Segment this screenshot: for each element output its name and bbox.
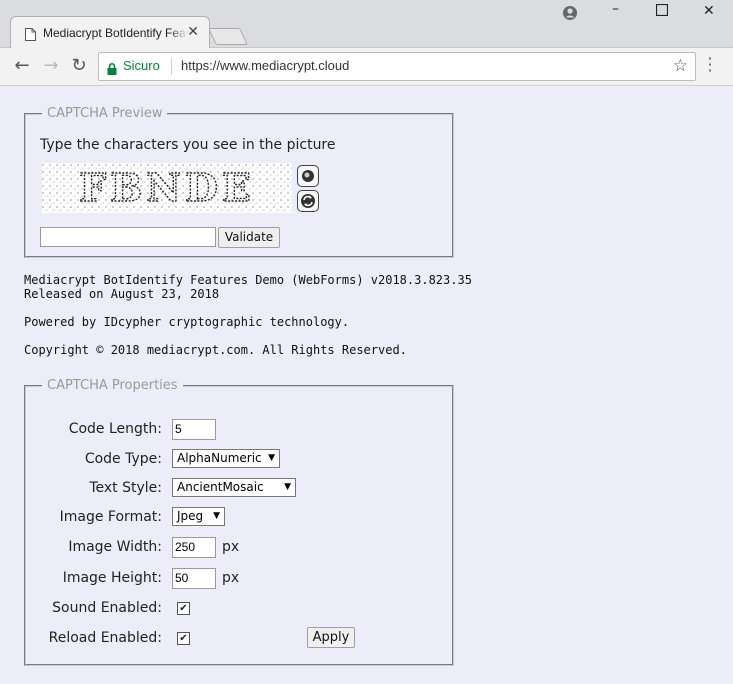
text-style-select[interactable]: AncientMosaic ▼ [172,478,296,497]
version-info: Mediacrypt BotIdentify Features Demo (We… [24,273,472,287]
image-width-input[interactable] [172,537,216,558]
reload-icon[interactable]: ↻ [68,55,90,77]
back-icon[interactable]: ← [11,55,33,77]
code-length-input[interactable] [172,419,216,440]
image-height-unit: px [222,570,240,586]
powered-by: Powered by IDcypher cryptographic techno… [24,315,350,329]
browser-titlebar: Mediacrypt BotIdentify Features Demo ✕ –… [0,0,733,49]
browser-tab[interactable]: Mediacrypt BotIdentify Features Demo ✕ [10,16,210,49]
address-bar[interactable]: Sicuro https://www.mediacrypt.cloud ☆ [98,52,696,81]
sound-enabled-label: Sound Enabled: [52,600,162,616]
profile-icon[interactable] [562,5,578,25]
code-type-select[interactable]: AlphaNumeric ▼ [172,449,280,468]
url-text[interactable]: https://www.mediacrypt.cloud [181,58,349,73]
tab-title: Mediacrypt BotIdentify Features Demo [43,26,188,40]
address-separator [171,58,172,75]
code-type-label: Code Type: [84,451,162,467]
captcha-text: FBNDE [79,165,255,210]
menu-dots-icon[interactable]: · · · [704,51,716,79]
apply-button[interactable]: Apply [307,627,355,648]
image-format-select[interactable]: Jpeg ▼ [172,507,225,526]
text-style-label: Text Style: [89,480,162,496]
minimize-icon[interactable]: – [612,1,619,17]
sound-enabled-checkbox[interactable]: ✔ [177,602,190,615]
sound-button[interactable] [297,165,319,187]
captcha-preview-fieldset: CAPTCHA Preview Type the characters you … [24,106,454,258]
refresh-icon [301,194,315,208]
image-height-label: Image Height: [62,570,162,586]
image-width-label: Image Width: [68,539,162,555]
image-format-label: Image Format: [59,509,162,525]
captcha-preview-legend: CAPTCHA Preview [47,106,163,121]
image-height-input[interactable] [172,568,216,589]
captcha-code-input[interactable] [40,227,216,247]
reload-captcha-button[interactable] [297,190,319,212]
captcha-properties-fieldset: CAPTCHA Properties Code Length: Code Typ… [24,378,454,666]
document-icon [25,26,36,45]
captcha-properties-legend: CAPTCHA Properties [47,378,178,393]
page-content: CAPTCHA Preview Type the characters you … [0,86,733,684]
copyright: Copyright © 2018 mediacrypt.com. All Rig… [24,343,407,357]
code-type-value: AlphaNumeric [177,451,262,465]
maximize-icon[interactable] [655,3,669,20]
image-width-unit: px [222,539,240,555]
forward-icon[interactable]: → [40,55,62,77]
dropdown-arrow-icon: ▼ [268,453,275,463]
speaker-icon [302,170,314,182]
release-date: Released on August 23, 2018 [24,287,220,301]
lock-icon [107,60,117,79]
reload-enabled-checkbox[interactable]: ✔ [177,632,190,645]
code-length-label: Code Length: [68,421,162,437]
new-tab-button[interactable] [208,28,248,45]
dropdown-arrow-icon: ▼ [284,482,291,492]
captcha-instruction: Type the characters you see in the pictu… [40,137,336,153]
secure-label: Sicuro [123,58,160,73]
captcha-image: FBNDE [42,163,292,213]
window-close-icon[interactable]: ✕ [703,3,715,19]
browser-toolbar: ← → ↻ Sicuro https://www.mediacrypt.clou… [0,48,733,86]
close-tab-icon[interactable]: ✕ [187,24,199,40]
text-style-value: AncientMosaic [177,480,264,494]
validate-button[interactable]: Validate [218,227,280,248]
dropdown-arrow-icon: ▼ [213,511,220,521]
image-format-value: Jpeg [177,509,204,523]
reload-enabled-label: Reload Enabled: [48,630,162,646]
bookmark-star-icon[interactable]: ☆ [673,56,688,76]
